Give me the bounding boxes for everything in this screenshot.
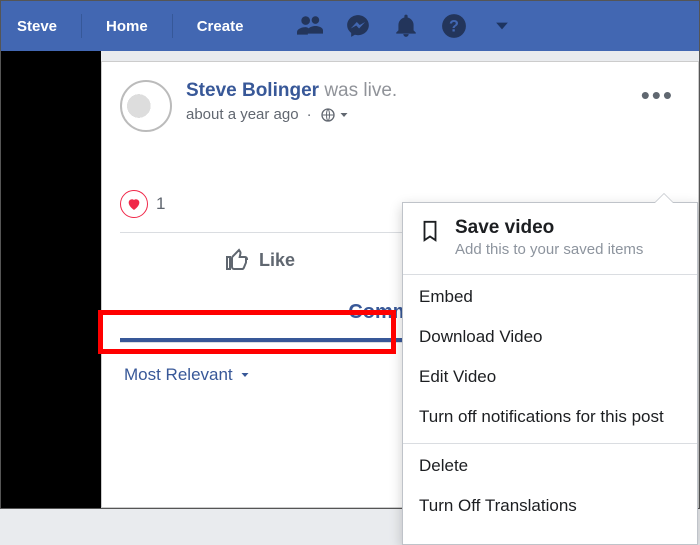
post-options-menu: Save video Add this to your saved items … [402,202,698,545]
menu-embed[interactable]: Embed [403,277,697,317]
notifications-icon[interactable] [393,13,419,39]
nav-create-link[interactable]: Create [189,12,252,41]
menu-delete[interactable]: Delete [403,446,697,486]
menu-save-title: Save video [455,217,643,239]
menu-turn-off-translations[interactable]: Turn Off Translations [403,486,697,526]
privacy-selector[interactable] [320,107,350,123]
chevron-down-icon [338,109,350,121]
author-link[interactable]: Steve Bolinger [186,80,319,101]
chevron-down-icon [239,369,251,381]
like-label: Like [259,250,295,271]
menu-turn-off-notifications[interactable]: Turn off notifications for this post [403,397,697,437]
top-nav: Steve Home Create ? [1,1,699,51]
help-icon[interactable]: ? [441,13,467,39]
video-black-region [1,51,101,508]
post-headline: Steve Bolinger was live. about a year ag… [186,80,397,132]
nav-divider [81,14,82,38]
menu-edit-video[interactable]: Edit Video [403,357,697,397]
nav-divider [172,14,173,38]
menu-save-subtitle: Add this to your saved items [455,241,643,258]
post-more-button[interactable]: ••• [641,80,674,111]
live-suffix: was live. [319,80,397,101]
post-header: Steve Bolinger was live. about a year ag… [120,80,680,132]
reaction-count: 1 [156,194,165,214]
nav-icon-tray: ? [297,13,515,39]
like-icon [225,248,249,272]
post-card: Steve Bolinger was live. about a year ag… [101,61,699,508]
menu-save-video[interactable]: Save video Add this to your saved items [403,203,697,268]
bookmark-icon [419,217,441,245]
avatar[interactable] [120,80,172,132]
love-reaction-icon [120,190,148,218]
meta-dot: · [307,106,312,123]
sort-label: Most Relevant [124,365,233,385]
like-button[interactable]: Like [120,248,400,272]
timestamp[interactable]: about a year ago [186,106,299,123]
content-row: Steve Bolinger was live. about a year ag… [1,51,699,508]
account-menu-chevron-icon[interactable] [489,13,515,39]
menu-download-video[interactable]: Download Video [403,317,697,357]
globe-icon [320,107,336,123]
menu-separator [403,443,697,444]
nav-home-link[interactable]: Home [98,12,156,41]
friend-requests-icon[interactable] [297,13,323,39]
svg-text:?: ? [449,17,459,35]
app-window: Steve Home Create ? [0,0,700,509]
nav-profile-link[interactable]: Steve [9,12,65,41]
messenger-icon[interactable] [345,13,371,39]
menu-separator [403,274,697,275]
